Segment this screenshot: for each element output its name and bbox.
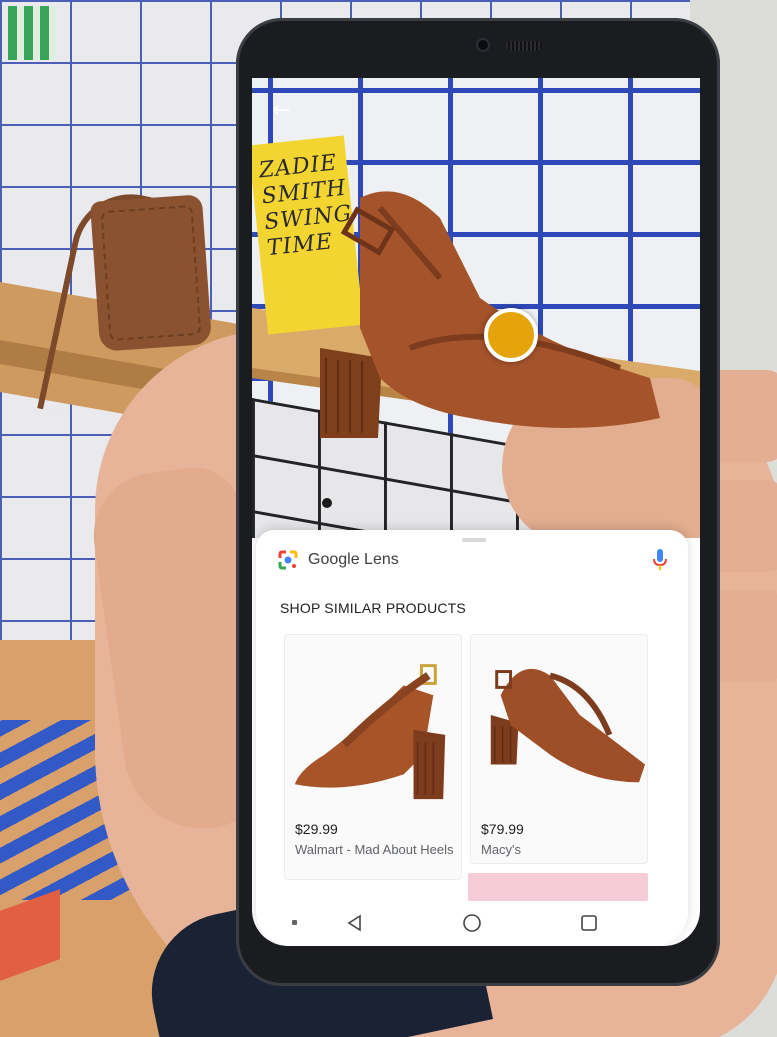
- viewfinder-sandal: [320, 191, 660, 438]
- product-image-sandal: [294, 664, 446, 800]
- front-camera: [476, 38, 490, 52]
- product-price: $79.99: [481, 821, 524, 837]
- leather-bag: [89, 194, 213, 352]
- focus-point: [322, 498, 332, 508]
- product-store: Walmart - Mad About Heels: [295, 842, 454, 857]
- camera-viewfinder[interactable]: ZADIE SMITH SWING TIME ←: [252, 78, 700, 538]
- green-striped-tag: [8, 6, 56, 60]
- sheet-drag-handle[interactable]: [462, 538, 486, 542]
- loading-placeholder: [468, 873, 648, 901]
- earpiece-speaker: [506, 41, 542, 51]
- product-image-sandal: [490, 668, 646, 783]
- section-title: SHOP SIMILAR PRODUCTS: [280, 600, 466, 616]
- circle-home-icon[interactable]: [457, 908, 487, 938]
- lens-title: Google Lens: [308, 551, 399, 568]
- product-card[interactable]: $29.99 Walmart - Mad About Heels: [284, 634, 462, 880]
- product-store: Macy's: [481, 842, 522, 857]
- product-price: $29.99: [295, 821, 338, 837]
- microphone-icon[interactable]: [652, 548, 668, 572]
- triangle-back-icon[interactable]: [340, 908, 370, 938]
- lens-selection-dot[interactable]: [484, 308, 538, 362]
- product-card[interactable]: $79.99 Macy's: [470, 634, 648, 864]
- lens-results-sheet[interactable]: Google Lens SHOP SIMILAR PRODUCTS $29.99…: [256, 530, 688, 946]
- square-recents-icon[interactable]: [574, 908, 604, 938]
- lens-header: Google Lens: [278, 548, 399, 572]
- phone-screen: ZADIE SMITH SWING TIME ← Google Lens SHO…: [252, 78, 700, 946]
- android-navigation-bar: [256, 900, 688, 946]
- google-lens-icon: [278, 550, 298, 570]
- back-arrow-icon[interactable]: ←: [272, 98, 290, 123]
